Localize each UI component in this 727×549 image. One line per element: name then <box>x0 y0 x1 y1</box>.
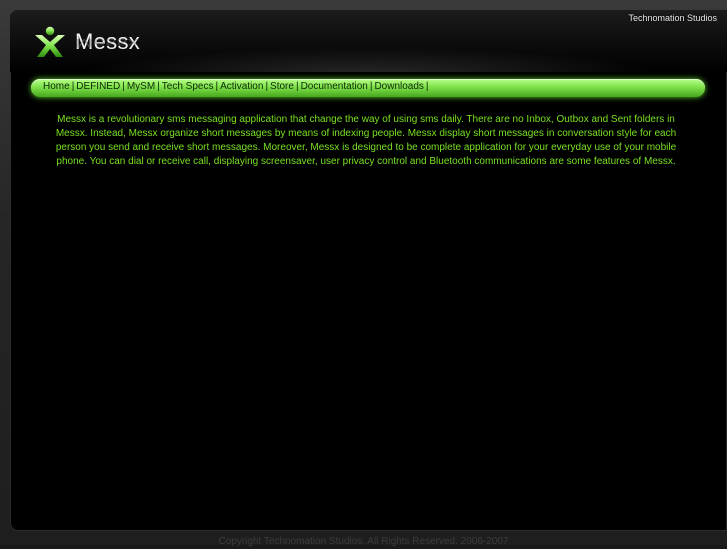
nav-links: Home | DEFINED | MySM | Tech Specs | Activation |… <box>43 81 431 95</box>
nav-link-defined[interactable]: DEFINED <box>76 81 120 92</box>
nav-link-store[interactable]: Store <box>270 81 294 92</box>
messx-x-icon[interactable] <box>32 24 68 60</box>
description-text: Messx is a revolutionary sms messaging a… <box>55 114 677 167</box>
header: Technomation Studios Messx Messx <box>10 10 727 72</box>
nav-separator: | <box>157 81 160 92</box>
nav-link-activation[interactable]: Activation <box>220 81 263 92</box>
nav-separator: | <box>295 81 299 92</box>
studio-name: Technomation Studios <box>628 13 717 23</box>
main-frame: Technomation Studios Messx Messx Home | DE… <box>10 10 727 531</box>
footer-copyright: Copyright Technomation Studios. All Righ… <box>218 536 509 547</box>
logo-reflection: Messx <box>75 36 139 50</box>
nav-link-downloads[interactable]: Downloads <box>374 81 423 92</box>
nav-bar: Home | DEFINED | MySM | Tech Specs | Activation |… <box>31 79 705 97</box>
nav-separator: | <box>425 81 429 92</box>
nav-link-tech-specs[interactable]: Tech Specs <box>162 81 214 92</box>
nav-link-home[interactable]: Home <box>43 81 70 92</box>
nav-link-mysm[interactable]: MySM <box>127 81 155 92</box>
nav-link-documentation[interactable]: Documentation <box>301 81 368 92</box>
page: Technomation Studios Messx Messx Home | DE… <box>0 0 727 547</box>
nav-separator: | <box>122 81 125 92</box>
